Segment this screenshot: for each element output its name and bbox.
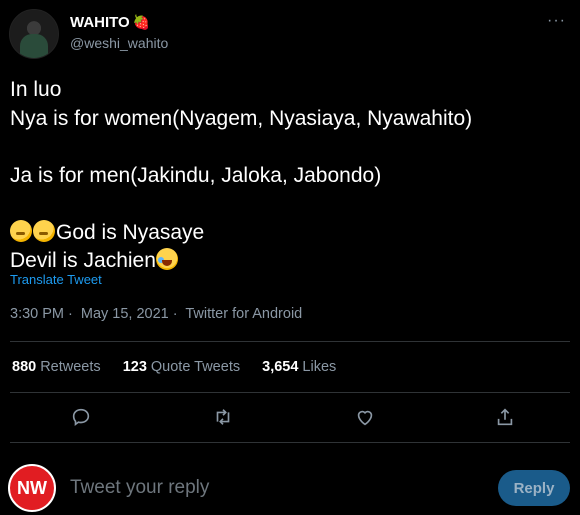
user-avatar[interactable]: NW — [8, 464, 56, 512]
divider — [10, 392, 570, 393]
like-icon[interactable] — [354, 406, 376, 428]
tweet-line: Ja is for men(Jakindu, Jaloka, Jabondo) — [10, 163, 382, 187]
engagement-stats: 880 Retweets 123 Quote Tweets 3,654 Likes — [12, 359, 354, 375]
quote-tweets-stat[interactable]: 123 Quote Tweets — [123, 359, 240, 375]
separator: · — [68, 306, 73, 322]
tweet-line-text: Devil is Jachien — [10, 249, 156, 272]
reply-button[interactable]: Reply — [498, 470, 570, 506]
tweet-line: In luo — [10, 78, 62, 101]
reply-input[interactable] — [70, 474, 470, 502]
quote-tweets-label: Quote Tweets — [150, 359, 241, 375]
reply-composer: NW Reply — [0, 456, 580, 515]
reply-icon[interactable] — [70, 406, 92, 428]
author-name-text[interactable]: WAHITO — [70, 14, 130, 31]
tweet-date[interactable]: May 15, 2021 — [81, 306, 169, 322]
tweet-actions — [0, 400, 580, 436]
likes-label: Likes — [302, 359, 337, 375]
retweets-count: 880 — [12, 359, 37, 375]
tweet-line: Nya is for women(Nyagem, Nyasiaya, Nyawa… — [10, 106, 473, 130]
thinking-face-icon — [33, 219, 55, 242]
likes-count: 3,654 — [262, 359, 299, 375]
strawberry-emoji: 🍓 — [132, 14, 151, 30]
author-handle[interactable]: @weshi_wahito — [70, 35, 168, 51]
separator: · — [172, 306, 178, 322]
tweet-text: In luo Nya is for women(Nyagem, Nyasiaya… — [10, 76, 570, 276]
divider — [10, 442, 570, 443]
share-icon[interactable] — [494, 406, 516, 428]
likes-stat[interactable]: 3,654 Likes — [262, 359, 336, 375]
tweet-source[interactable]: Twitter for Android — [185, 306, 302, 322]
tweet-metadata: 3:30 PM · May 15, 2021 · Twitter for Andro… — [10, 306, 306, 322]
tears-of-joy-icon — [155, 248, 178, 270]
tweet-line: God is Nyasaye — [10, 219, 570, 248]
thinking-face-icon — [10, 219, 32, 242]
tweet-header: WAHITO 🍓 @weshi_wahito ··· — [0, 0, 580, 64]
translate-tweet-link[interactable]: Translate Tweet — [10, 272, 102, 287]
more-options-icon[interactable]: ··· — [547, 12, 566, 30]
quote-tweets-count: 123 — [122, 359, 147, 375]
author-avatar[interactable] — [9, 9, 59, 59]
retweets-label: Retweets — [40, 359, 101, 375]
tweet-line-text: God is Nyasaye — [56, 220, 205, 244]
retweet-icon[interactable] — [212, 406, 234, 428]
author-name[interactable]: WAHITO 🍓 — [70, 14, 150, 31]
divider — [10, 341, 570, 342]
tweet-time[interactable]: 3:30 PM — [10, 306, 64, 322]
retweets-stat[interactable]: 880 Retweets — [12, 359, 101, 375]
